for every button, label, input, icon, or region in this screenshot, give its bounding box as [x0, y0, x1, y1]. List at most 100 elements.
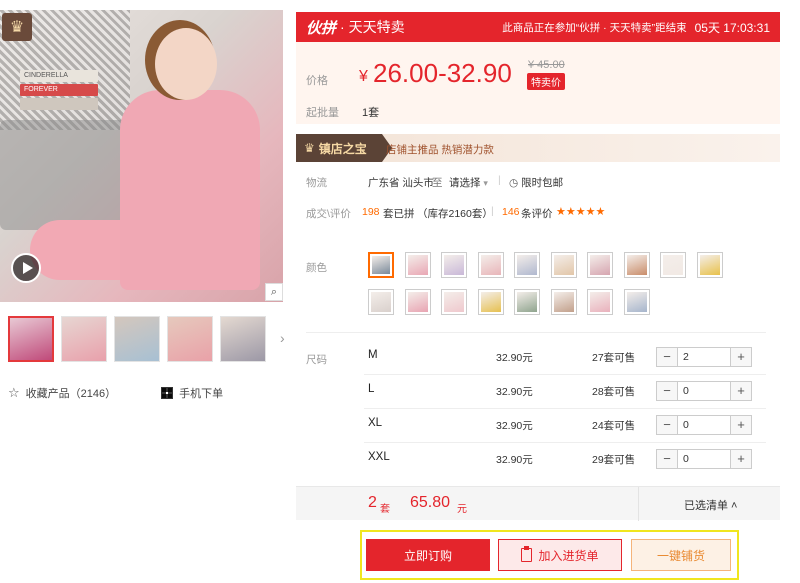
separator: | — [498, 174, 501, 186]
swatch-thumbnail — [517, 292, 537, 312]
price-panel: 价格 ¥ 26.00-32.90 ¥ 45.00 特卖价 起批量 1套 — [296, 42, 780, 124]
promo-logo: 伙拼 — [306, 19, 337, 37]
shop-tags: 店铺主推品 热销潜力款 — [386, 144, 494, 156]
selected-amount-unit: 元 — [457, 504, 467, 515]
add-to-purchase-list-button[interactable]: 加入进货单 — [498, 539, 622, 571]
qrcode-icon[interactable] — [161, 387, 174, 399]
play-icon[interactable] — [11, 253, 41, 283]
quantity-stepper: −0 + — [656, 449, 752, 469]
size-price: 32.90元 — [496, 454, 533, 466]
quantity-stepper: −0 + — [656, 415, 752, 435]
decrement-button[interactable]: − — [657, 450, 677, 468]
color-swatch[interactable] — [368, 252, 394, 278]
decrement-button[interactable]: − — [657, 416, 677, 434]
quantity-input[interactable]: 0 — [677, 382, 731, 400]
color-swatch[interactable] — [441, 252, 467, 278]
color-swatch[interactable] — [368, 289, 394, 315]
shop-badge-text: 镇店之宝 — [318, 141, 367, 156]
model-head — [155, 28, 217, 100]
main-product-image[interactable]: CINDERELLA FOREVER — [0, 10, 283, 302]
sold-text: 套已拼 — [383, 208, 415, 220]
book-spine-1: CINDERELLA — [20, 70, 98, 82]
thumbnail[interactable] — [167, 316, 213, 362]
swatch-thumbnail — [699, 255, 720, 275]
selected-count: 2 — [368, 494, 377, 511]
add-to-purchase-list-label: 加入进货单 — [538, 548, 599, 563]
clipboard-icon — [521, 546, 533, 562]
swatch-thumbnail — [626, 292, 647, 312]
size-price: 32.90元 — [496, 420, 533, 432]
selected-amount: 65.80 — [410, 494, 451, 511]
size-name: XXL — [368, 451, 390, 463]
review-text[interactable]: 条评价 — [521, 206, 553, 221]
color-swatch[interactable] — [587, 289, 613, 315]
size-name: XL — [368, 417, 383, 429]
color-swatch[interactable] — [441, 289, 467, 315]
summary-separator — [638, 487, 639, 521]
decrement-button[interactable]: − — [657, 348, 677, 366]
color-swatch[interactable] — [477, 289, 504, 315]
quantity-input[interactable]: 0 — [677, 416, 731, 434]
thumbnail-next-arrow[interactable]: › — [280, 330, 285, 346]
thumbnail-strip: › — [8, 316, 286, 362]
swatch-thumbnail — [590, 255, 610, 275]
size-price: 32.90元 — [496, 386, 533, 398]
min-batch-value: 1套 — [362, 107, 380, 119]
color-swatch[interactable] — [550, 289, 577, 315]
color-swatch[interactable] — [550, 252, 577, 278]
size-stock: 27套可售 — [592, 352, 636, 364]
magnifier-icon[interactable]: ⌕ — [265, 283, 283, 301]
favorite-link[interactable]: 收藏产品（2146） — [26, 385, 116, 401]
destination-select[interactable]: 请选择 ▾ — [449, 175, 488, 190]
color-swatch[interactable] — [404, 289, 431, 315]
shipping-info: ◷ 限时包邮 — [509, 177, 564, 189]
increment-button[interactable]: + — [731, 450, 751, 468]
thumbnail[interactable] — [61, 316, 107, 362]
min-batch-label: 起批量 — [306, 107, 339, 119]
swatch-thumbnail — [407, 255, 428, 275]
swatch-thumbnail — [663, 255, 683, 275]
swatch-thumbnail — [480, 292, 501, 312]
logistics-origin: 广东省 汕头市 — [368, 177, 434, 189]
color-swatch[interactable] — [514, 289, 540, 315]
selected-list-toggle[interactable]: 已选清单 ˄ — [684, 497, 737, 513]
size-row-divider — [364, 442, 766, 443]
model-body — [120, 90, 260, 290]
review-count[interactable]: 146 — [502, 206, 520, 218]
color-swatch[interactable] — [404, 252, 431, 278]
color-swatch[interactable] — [660, 252, 686, 278]
buy-now-button[interactable]: 立即订购 — [366, 539, 490, 571]
promo-banner: 伙拼 · 天天特卖 此商品正在参加“伙拼 · 天天特卖”距结束 05天 17:0… — [296, 12, 780, 42]
thumbnail[interactable] — [220, 316, 266, 362]
quantity-stepper: −0 + — [656, 381, 752, 401]
quantity-input[interactable]: 0 — [677, 450, 731, 468]
decrement-button[interactable]: − — [657, 382, 677, 400]
book-spine-2: FOREVER — [20, 84, 98, 96]
size-price: 32.90元 — [496, 352, 533, 364]
swatch-thumbnail — [626, 255, 647, 275]
increment-button[interactable]: + — [731, 382, 751, 400]
star-outline-icon[interactable]: ☆ — [8, 385, 20, 401]
color-swatch[interactable] — [623, 289, 650, 315]
color-swatch[interactable] — [623, 252, 650, 278]
rating-stars: ★★★★★ — [556, 206, 606, 218]
color-swatch[interactable] — [587, 252, 613, 278]
color-swatch[interactable] — [696, 252, 723, 278]
shop-treasure-badge: ♛ 镇店之宝 — [296, 134, 392, 162]
increment-button[interactable]: + — [731, 416, 751, 434]
mobile-order-link[interactable]: 手机下单 — [179, 385, 223, 401]
thumbnail[interactable] — [114, 316, 160, 362]
original-price: ¥ 45.00 — [528, 59, 565, 71]
size-stock: 24套可售 — [592, 420, 636, 432]
color-swatch[interactable] — [477, 252, 504, 278]
quantity-input[interactable]: 2 — [677, 348, 731, 366]
swatch-thumbnail — [444, 255, 464, 275]
color-swatch[interactable] — [514, 252, 540, 278]
increment-button[interactable]: + — [731, 348, 751, 366]
crown-icon: ♛ — [304, 141, 315, 155]
size-stock: 29套可售 — [592, 454, 636, 466]
swatch-thumbnail — [444, 292, 464, 312]
thumbnail[interactable] — [8, 316, 54, 362]
one-click-distribute-button[interactable]: 一键铺货 — [631, 539, 731, 571]
swatch-thumbnail — [517, 255, 537, 275]
